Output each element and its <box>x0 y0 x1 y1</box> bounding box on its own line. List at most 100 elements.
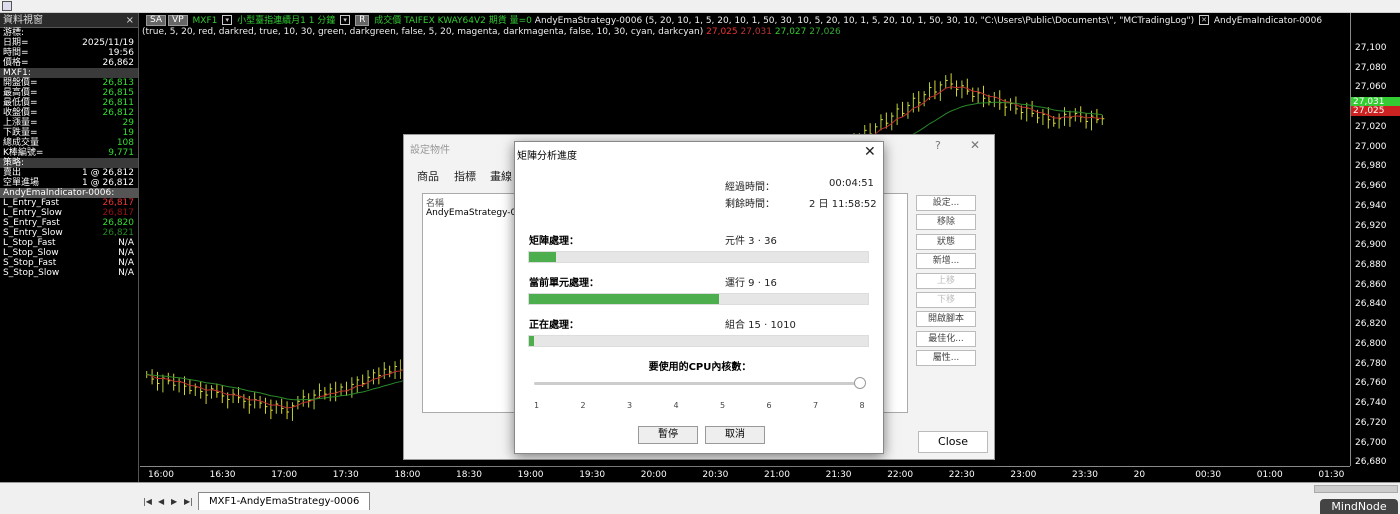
cpu-cores-slider-thumb[interactable] <box>853 377 866 389</box>
data-row-label: 時間= <box>3 48 29 58</box>
data-row-label: S_Entry_Fast <box>3 218 60 228</box>
data-window-panel: 資料視窗 × 游標: 日期= 2025/11/19 時間= 19:56 價格= 26,862… <box>0 13 139 494</box>
tab-instrument[interactable]: 商品 <box>417 168 439 184</box>
time-tick-label: 01:30 <box>1318 470 1345 480</box>
settings-action-button: 下移 <box>916 292 976 308</box>
tab-indicator[interactable]: 指標 <box>454 168 476 184</box>
indicator-value-3: 27,027 <box>774 27 807 37</box>
horizontal-scrollbar[interactable] <box>1314 485 1398 493</box>
elapsed-time-value: 00:04:51 <box>829 178 874 189</box>
time-axis[interactable]: 16:00 16:30 17:00 17:30 18:00 18:30 19:00 19:30… <box>140 466 1350 482</box>
data-row-label: L_Stop_Fast <box>3 238 56 248</box>
data-row-label: 總成交量 <box>3 138 40 148</box>
settings-action-button[interactable]: 屬性... <box>916 350 976 367</box>
cpu-tick-label: 7 <box>813 401 819 410</box>
data-row: S_Stop_Slow N/A <box>0 268 138 278</box>
field-label: 成交價 <box>374 16 402 26</box>
price-tick-label: 26,860 <box>1355 279 1387 290</box>
time-tick-label: 19:30 <box>579 470 606 480</box>
data-row-label: S_Entry_Slow <box>3 228 63 238</box>
data-row: 最高價= 26,815 <box>0 88 138 98</box>
data-row: 總成交量 108 <box>0 138 138 148</box>
cpu-tick-label: 5 <box>720 401 726 410</box>
bottom-bar: |◀ ◀ ▶ ▶| MXF1-AndyEmaStrategy-0006 Mind… <box>0 482 1400 514</box>
matrix-progress-bar <box>528 251 869 263</box>
matrix-optimization-progress-dialog: 矩陣分析進度 ✕ 經過時間： 00:04:51 剩餘時間： 2 日 11:58:… <box>514 141 884 454</box>
time-tick-label: 20 <box>1133 470 1146 480</box>
next-sheet-button[interactable]: ▶ <box>171 497 177 506</box>
data-row-value: 26,821 <box>102 228 135 238</box>
prev-sheet-button[interactable]: ◀ <box>158 497 164 506</box>
close-button[interactable]: Close <box>918 431 988 453</box>
indicator-label: AndyEmaIndicator-0006 <box>1213 16 1323 26</box>
cpu-tick-label: 8 <box>859 401 865 410</box>
data-row-label: 收盤價= <box>3 108 38 118</box>
price-tick-label: 26,920 <box>1355 220 1387 231</box>
checkbox-icon[interactable]: ✕ <box>1199 15 1210 25</box>
cpu-cores-slider[interactable] <box>534 382 864 385</box>
indicator-value-4: 27,026 <box>809 27 841 37</box>
tab-drawing[interactable]: 畫線 <box>490 168 512 184</box>
sheet-tab[interactable]: MXF1-AndyEmaStrategy-0006 <box>198 492 371 510</box>
price-tick-label: 27,100 <box>1355 43 1387 53</box>
settings-action-button[interactable]: 開啟腳本 <box>916 311 976 328</box>
dropdown-icon[interactable]: ▾ <box>340 15 351 25</box>
price-tick-label: 27,060 <box>1355 82 1387 93</box>
app-icon[interactable] <box>2 1 12 11</box>
price-tick-label: 26,980 <box>1355 161 1387 172</box>
indicator-section: L_Entry_Fast 26,817 L_Entry_Slow 26,817 S_En… <box>0 198 138 278</box>
last-sheet-button[interactable]: ▶| <box>184 497 193 506</box>
mindnode-taskbar-item[interactable]: MindNode <box>1320 499 1398 514</box>
r-tag[interactable]: R <box>355 15 370 26</box>
data-row: L_Entry_Fast 26,817 <box>0 198 138 208</box>
indicator-params: (true, 5, 20, red, darkred, true, 10, 30… <box>142 27 704 37</box>
close-icon[interactable]: ✕ <box>864 144 876 160</box>
running-value: 組合 15 · 1010 <box>725 320 796 331</box>
strategy-section: 賣出 1 @ 26,812 空單進場 1 @ 26,812 <box>0 168 138 188</box>
time-tick-label: 19:00 <box>517 470 544 480</box>
data-row-value: N/A <box>118 268 134 278</box>
data-row: K棒編號= 9,771 <box>0 148 138 158</box>
dropdown-icon[interactable]: ▾ <box>222 15 233 25</box>
data-row-label: S_Stop_Fast <box>3 258 57 268</box>
price-tick-label: 26,680 <box>1355 457 1387 466</box>
top-toolbar-strip <box>0 0 1400 13</box>
price-axis[interactable]: 27,10027,08027,06027,04027,02027,00026,9… <box>1350 13 1400 466</box>
data-window-title-text: 資料視窗 <box>3 15 43 26</box>
data-row: 日期= 2025/11/19 <box>0 38 138 48</box>
close-icon[interactable]: × <box>126 13 134 28</box>
price-tick-label: 26,960 <box>1355 181 1387 192</box>
cancel-button[interactable]: 取消 <box>705 426 765 444</box>
settings-action-button[interactable]: 新增... <box>916 253 976 270</box>
help-icon[interactable]: ? <box>935 139 941 152</box>
data-row: L_Stop_Slow N/A <box>0 248 138 258</box>
data-row-value: 19:56 <box>108 48 134 58</box>
settings-action-button[interactable]: 最佳化... <box>916 330 976 347</box>
price-tick-label: 26,900 <box>1355 240 1387 251</box>
close-icon[interactable]: ✕ <box>970 138 980 152</box>
data-row: 最低價= 26,811 <box>0 98 138 108</box>
settings-action-button[interactable]: 移除 <box>916 214 976 231</box>
chart-legend-line-1: SA VP MXF1 ▾ 小型臺指連續月1 1 分鐘 ▾ R 成交價 TAIFEX… <box>146 15 1322 27</box>
remaining-time-value: 2 日 11:58:52 <box>809 199 877 210</box>
settings-action-button[interactable]: 狀態 <box>916 233 976 250</box>
data-row: 游標: <box>0 28 138 38</box>
sa-tag[interactable]: SA <box>146 15 167 26</box>
pause-button[interactable]: 暫停 <box>638 426 698 444</box>
data-row-label: L_Stop_Slow <box>3 248 59 258</box>
data-row: 收盤價= 26,812 <box>0 108 138 118</box>
mxf-section: 開盤價= 26,813 最高價= 26,815 最低價= 26,811 收盤價= 26,812… <box>0 78 138 158</box>
first-sheet-button[interactable]: |◀ <box>143 497 152 506</box>
indicator-value-1: 27,025 <box>706 27 738 37</box>
data-row-value: N/A <box>118 248 134 258</box>
data-row-label: 最低價= <box>3 98 38 108</box>
vp-tag[interactable]: VP <box>168 15 188 26</box>
settings-action-button[interactable]: 設定... <box>916 195 976 211</box>
data-row-label: 上漲量= <box>3 118 38 128</box>
data-row: S_Stop_Fast N/A <box>0 258 138 268</box>
cpu-tick-label: 1 <box>534 401 540 410</box>
symbol-label: MXF1 <box>192 16 218 26</box>
remaining-time-label: 剩餘時間： <box>725 199 775 210</box>
data-row-value: N/A <box>118 258 134 268</box>
time-tick-label: 22:30 <box>948 470 975 480</box>
